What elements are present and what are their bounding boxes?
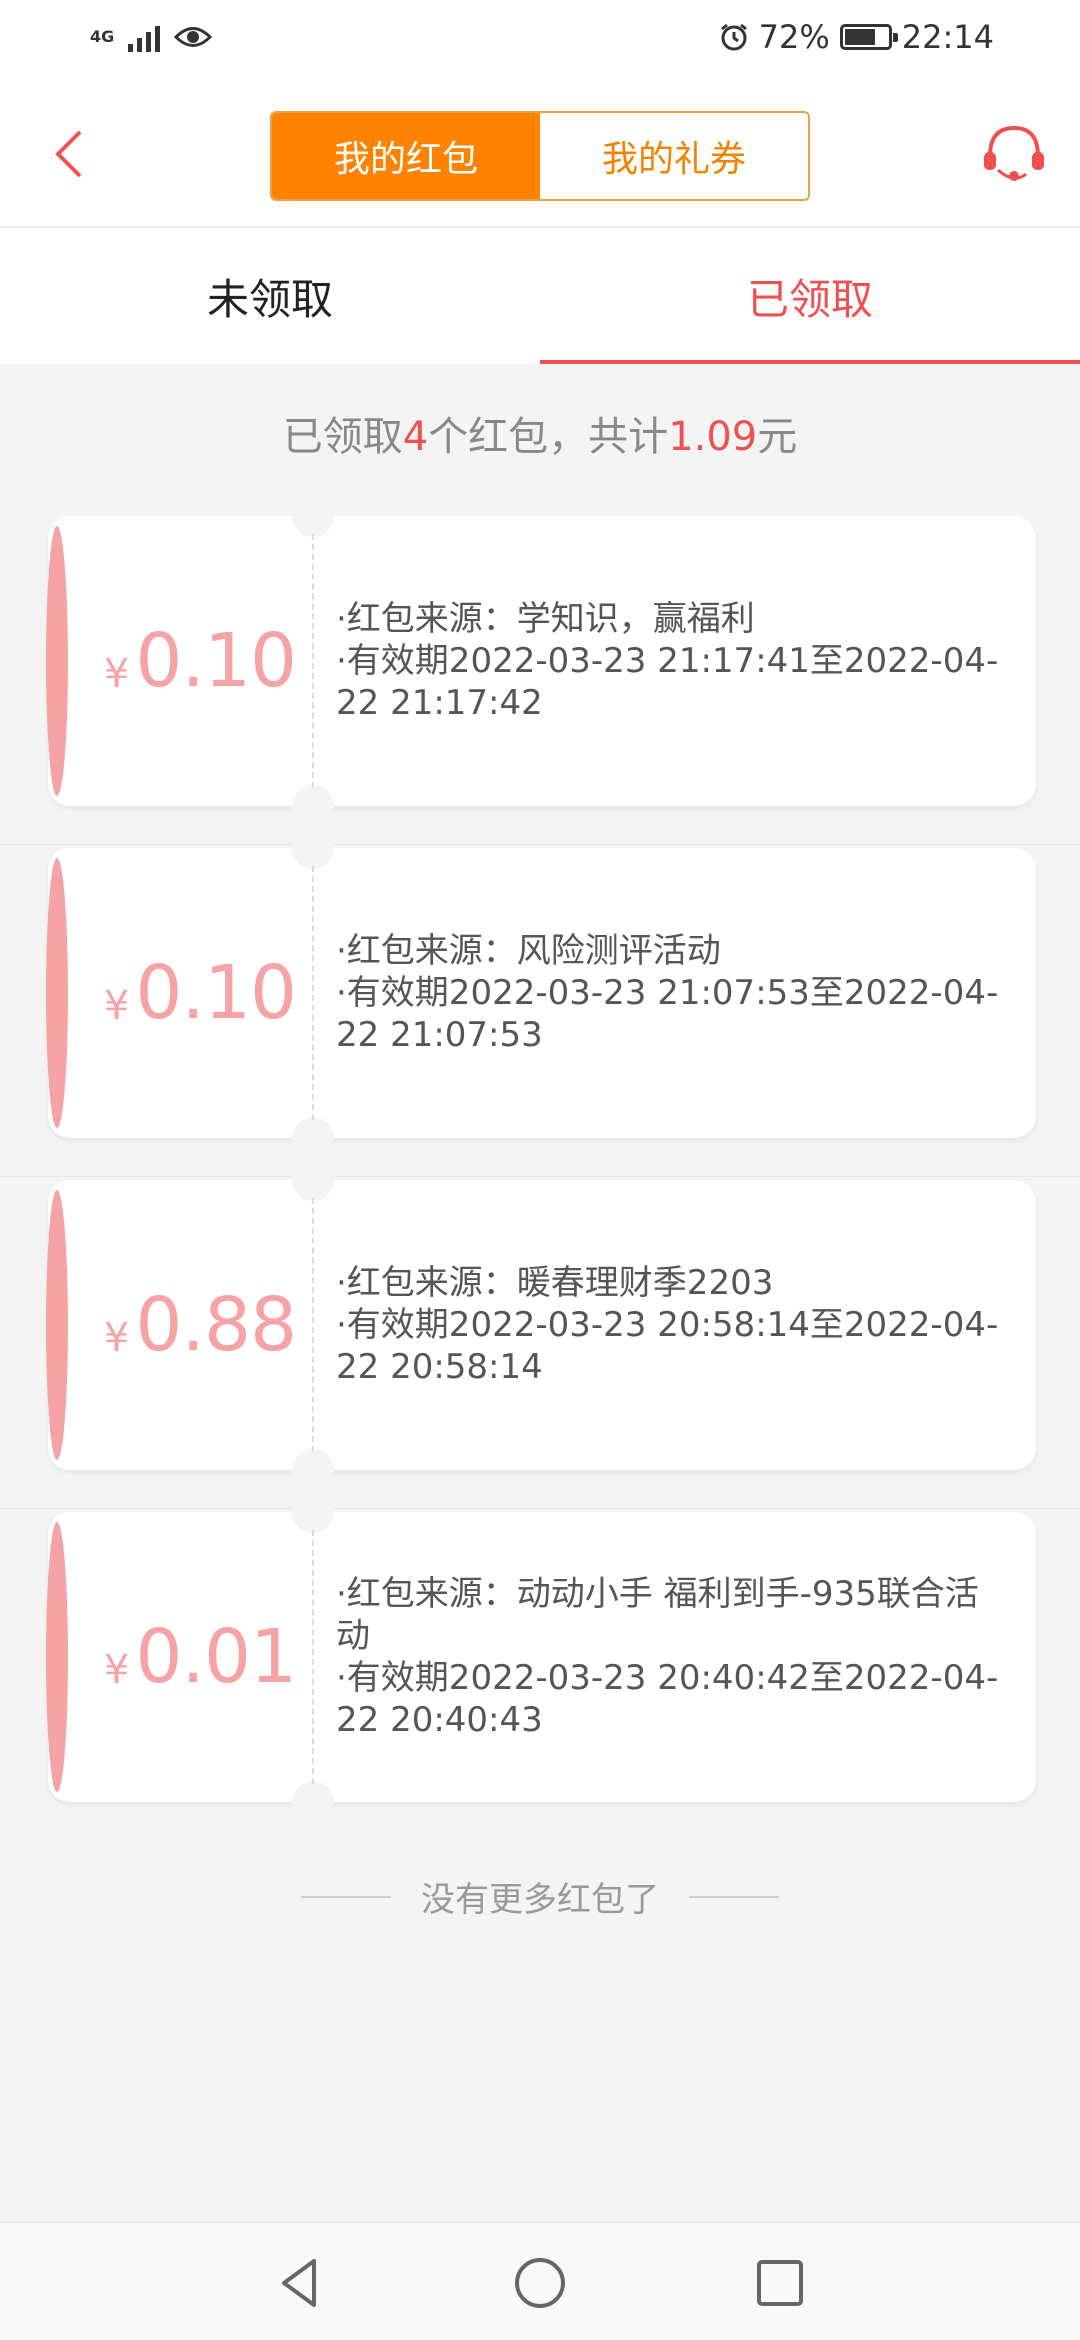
- currency-symbol: ¥: [103, 651, 130, 697]
- red-packet-card[interactable]: ¥ 0.88 ·红包来源：暖春理财季2203 ·有效期2022-03-23 20…: [46, 1159, 1036, 1491]
- summary-prefix: 已领取: [282, 414, 403, 460]
- card-edge-decoration: [46, 1190, 68, 1460]
- system-nav-bar: [0, 2222, 1080, 2340]
- currency-symbol: ¥: [103, 1647, 130, 1693]
- customer-service-icon[interactable]: [978, 118, 1050, 190]
- amount-value: 0.10: [135, 950, 297, 1036]
- card-amount: ¥ 0.01: [100, 1512, 300, 1802]
- tab-claimed[interactable]: 已领取: [540, 228, 1080, 364]
- currency-symbol: ¥: [103, 983, 130, 1029]
- card-source: ·红包来源：学知识，赢福利: [336, 599, 755, 639]
- amount-value: 0.88: [135, 1282, 297, 1368]
- row-divider: [0, 1176, 1080, 1177]
- card-amount: ¥ 0.10: [100, 848, 300, 1138]
- summary-count: 4: [402, 414, 429, 460]
- card-info: ·红包来源：学知识，赢福利 ·有效期2022-03-23 21:17:41至20…: [336, 516, 1006, 806]
- card-edge-decoration: [46, 1522, 68, 1792]
- card-dashed-divider: [312, 866, 314, 1120]
- summary-text: 已领取4个红包，共计1.09元: [0, 404, 1080, 462]
- nav-back-icon[interactable]: [270, 2253, 330, 2313]
- card-validity: ·有效期2022-03-23 21:07:53至2022-04-22 21:07…: [336, 973, 999, 1055]
- battery-icon: [839, 24, 898, 50]
- signal-icon: [128, 22, 161, 52]
- card-dashed-divider: [312, 1530, 314, 1784]
- tab-unclaimed[interactable]: 未领取: [0, 228, 540, 364]
- status-left: 4G: [90, 22, 213, 52]
- card-info: ·红包来源：暖春理财季2203 ·有效期2022-03-23 20:58:14至…: [336, 1180, 1006, 1470]
- back-icon[interactable]: [46, 124, 96, 184]
- alarm-icon: [720, 23, 747, 51]
- card-info: ·红包来源：动动小手 福利到手-935联合活动 ·有效期2022-03-23 2…: [336, 1512, 1006, 1802]
- row-divider: [0, 844, 1080, 845]
- footer-line-right: [689, 1895, 779, 1898]
- summary-middle: 个红包，共计: [428, 414, 669, 460]
- tab-bar: 未领取 已领取: [0, 228, 1080, 364]
- row-divider: [0, 1508, 1080, 1509]
- battery-percent: 72%: [758, 18, 830, 56]
- card-edge-decoration: [46, 858, 68, 1128]
- battery-fill: [844, 29, 876, 45]
- amount-value: 0.01: [135, 1614, 297, 1700]
- status-bar: 4G 72% 22:14: [0, 0, 1080, 86]
- summary-total: 1.09: [668, 414, 758, 460]
- card-validity: ·有效期2022-03-23 21:17:41至2022-04-22 21:17…: [336, 641, 999, 723]
- summary-suffix: 元: [757, 414, 798, 460]
- card-amount: ¥ 0.10: [100, 516, 300, 806]
- amount-value: 0.10: [135, 618, 297, 704]
- no-more-text: 没有更多红包了: [421, 1880, 659, 1920]
- card-validity: ·有效期2022-03-23 20:40:42至2022-04-22 20:40…: [336, 1658, 999, 1740]
- currency-symbol: ¥: [103, 1315, 130, 1361]
- segment-control: 我的红包 我的礼券: [270, 111, 810, 201]
- red-packet-card[interactable]: ¥ 0.01 ·红包来源：动动小手 福利到手-935联合活动 ·有效期2022-…: [46, 1491, 1036, 1823]
- card-info: ·红包来源：风险测评活动 ·有效期2022-03-23 21:07:53至202…: [336, 848, 1006, 1138]
- network-label: 4G: [90, 27, 115, 46]
- no-more-indicator: 没有更多红包了: [0, 1872, 1080, 1921]
- eye-icon: [174, 27, 213, 47]
- clock: 22:14: [901, 18, 994, 56]
- segment-my-red-packets[interactable]: 我的红包: [272, 113, 540, 199]
- header: 我的红包 我的礼券: [0, 86, 1080, 228]
- segment-my-coupons[interactable]: 我的礼券: [540, 113, 808, 199]
- footer-line-left: [301, 1895, 391, 1898]
- card-source: ·红包来源：暖春理财季2203: [336, 1263, 774, 1303]
- card-edge-decoration: [46, 526, 68, 796]
- card-dashed-divider: [312, 534, 314, 788]
- card-dashed-divider: [312, 1198, 314, 1452]
- card-validity: ·有效期2022-03-23 20:58:14至2022-04-22 20:58…: [336, 1305, 999, 1387]
- nav-home-icon[interactable]: [510, 2253, 570, 2313]
- card-source: ·红包来源：风险测评活动: [336, 931, 721, 971]
- card-amount: ¥ 0.88: [100, 1180, 300, 1470]
- red-packet-card[interactable]: ¥ 0.10 ·红包来源：风险测评活动 ·有效期2022-03-23 21:07…: [46, 827, 1036, 1159]
- red-packet-card[interactable]: ¥ 0.10 ·红包来源：学知识，赢福利 ·有效期2022-03-23 21:1…: [46, 495, 1036, 827]
- card-source: ·红包来源：动动小手 福利到手-935联合活动: [336, 1574, 979, 1656]
- status-right: 72% 22:14: [719, 18, 994, 56]
- nav-recents-icon[interactable]: [750, 2253, 810, 2313]
